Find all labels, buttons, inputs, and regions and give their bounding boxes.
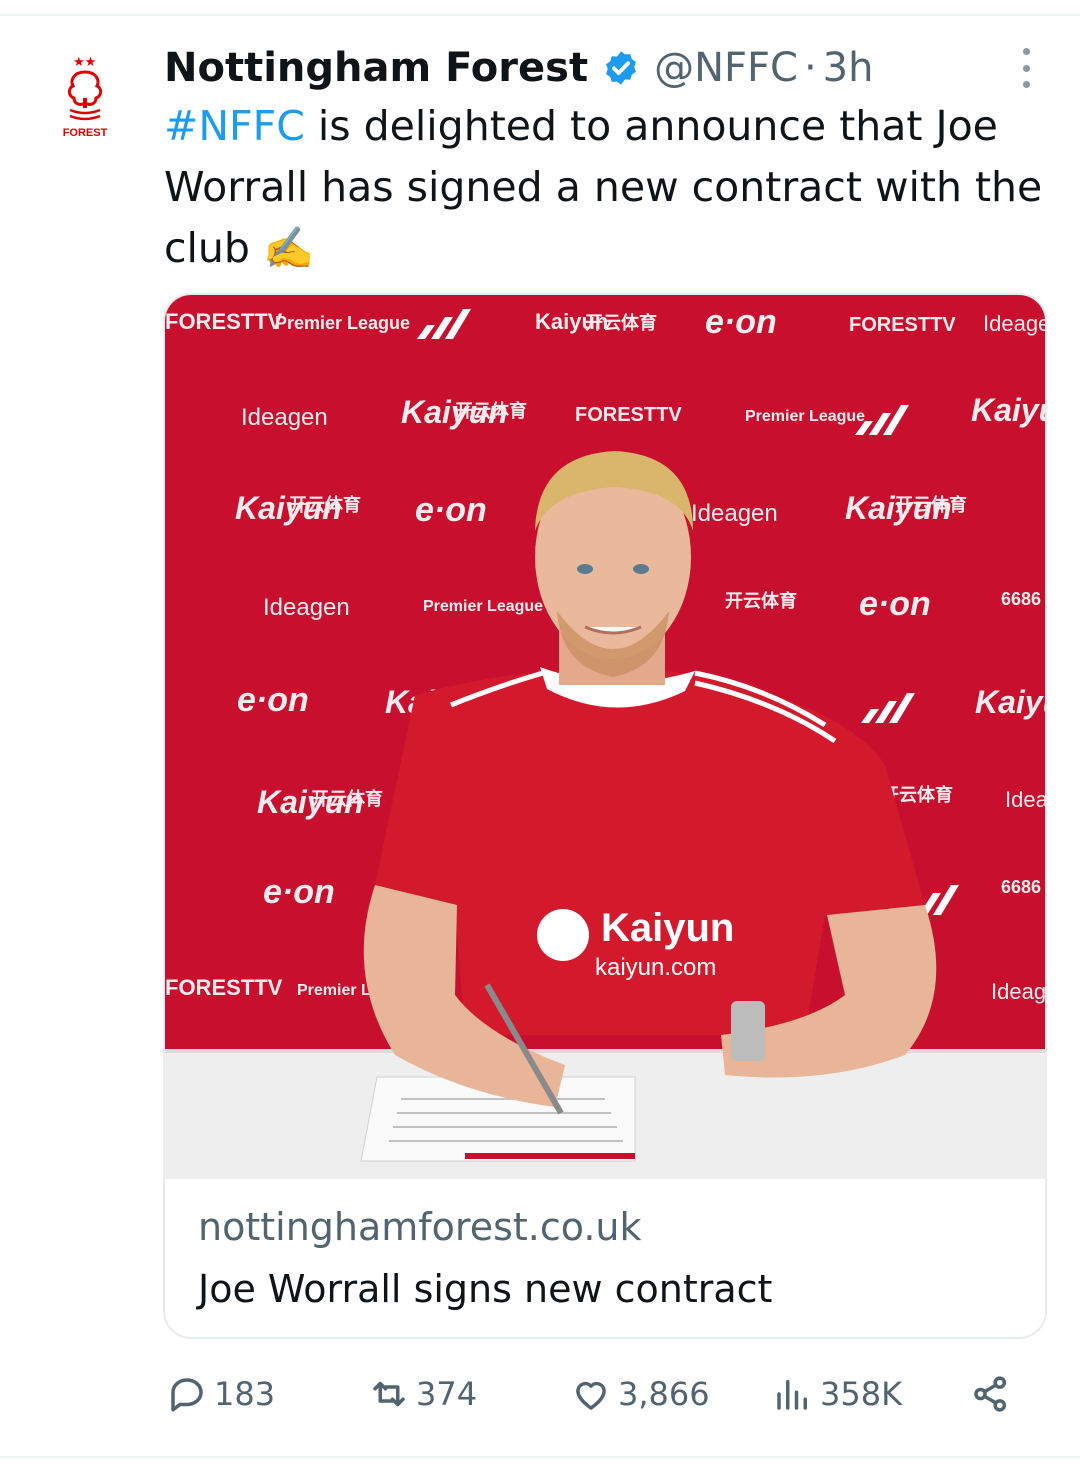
backdrop-sponsor: 6686 (1001, 877, 1041, 897)
backdrop-sponsor: e·on (263, 873, 335, 911)
backdrop-sponsor: 6686 (1001, 589, 1041, 609)
repost-count: 374 (416, 1375, 478, 1413)
backdrop-sponsor: Ideagen (263, 594, 350, 621)
shirt-sponsor-url: kaiyun.com (595, 954, 716, 981)
share-icon (974, 1376, 1007, 1412)
backdrop-sponsor: FORESTTV (849, 314, 956, 336)
backdrop-sponsor: FORESTTV (165, 975, 283, 1000)
backdrop-sponsor: 开云体育 (725, 590, 797, 611)
tweet-timestamp[interactable]: 3h (823, 45, 874, 91)
like-count: 3,866 (618, 1375, 710, 1413)
backdrop-sponsor: 开云体育 (585, 312, 657, 333)
tweet-action-bar: 183 374 3,866 358K (0, 1368, 1080, 1420)
backdrop-sponsor: 开云体育 (455, 400, 527, 421)
backdrop-sponsor: e·on (705, 303, 777, 341)
backdrop-sponsor: e·on (859, 585, 931, 623)
bottom-divider (0, 1456, 1080, 1458)
more-options-icon[interactable] (1012, 48, 1040, 88)
backdrop-sponsor: FORESTTV (575, 404, 682, 426)
views-icon (777, 1380, 807, 1410)
hashtag-link[interactable]: #NFFC (164, 102, 305, 150)
author-handle[interactable]: @NFFC (654, 45, 798, 91)
backdrop-sponsor: Ideagen (983, 311, 1047, 336)
backdrop-sponsor: Premier League (275, 313, 410, 333)
view-count: 358K (820, 1375, 903, 1413)
backdrop-sponsor: 开云体育 (311, 788, 383, 809)
backdrop-sponsor: 开云体育 (895, 494, 967, 515)
backdrop-sponsor: Premier League (745, 408, 865, 425)
backdrop-sponsor: e·on (237, 681, 309, 719)
signing-photo[interactable]: FORESTTV Premier League Kaiyun 开云体育 e·on… (165, 295, 1047, 1179)
author-name[interactable]: Nottingham Forest (164, 45, 588, 91)
repost-button[interactable]: 374 (368, 1368, 477, 1420)
tweet-body: #NFFC is delighted to announce that Joe … (164, 96, 1044, 279)
card-title[interactable]: Joe Worrall signs new contract (198, 1267, 772, 1311)
top-divider (0, 14, 1080, 16)
share-button[interactable] (970, 1368, 1018, 1420)
card-domain[interactable]: nottinghamforest.co.uk (198, 1205, 642, 1249)
backdrop-sponsor: e·on (415, 491, 487, 529)
forest-crest-icon[interactable]: ★★ FOREST (60, 50, 110, 146)
backdrop-sponsor: FORESTTV (165, 309, 283, 334)
link-preview-card[interactable]: FORESTTV Premier League Kaiyun 开云体育 e·on… (163, 293, 1047, 1339)
svg-text:★★: ★★ (73, 55, 96, 70)
backdrop-sponsor: Kaiyun (971, 392, 1047, 428)
verified-badge-icon[interactable] (602, 49, 640, 87)
views-button[interactable]: 358K (772, 1368, 902, 1420)
backdrop-sponsor: Ideagen (991, 979, 1047, 1004)
tweet-header: Nottingham Forest @NFFC · 3h (164, 40, 873, 96)
reply-button[interactable]: 183 (166, 1368, 275, 1420)
repost-icon (373, 1381, 405, 1407)
shirt-sponsor: Kaiyun (601, 906, 734, 950)
like-icon (576, 1381, 606, 1410)
backdrop-sponsor: Ideagen (241, 404, 328, 431)
crest-logo-text: FOREST (63, 127, 108, 139)
backdrop-sponsor: Ideagen (691, 500, 778, 527)
backdrop-sponsor: Premier League (423, 598, 543, 615)
backdrop-sponsor: 开云体育 (289, 494, 361, 515)
backdrop-sponsor: Kaiyun (975, 684, 1047, 720)
like-button[interactable]: 3,866 (570, 1368, 710, 1420)
reply-icon (171, 1378, 203, 1412)
reply-count: 183 (214, 1375, 276, 1413)
writing-hand-emoji: ✍️ (262, 224, 315, 272)
backdrop-sponsor: Ideagen (1005, 787, 1047, 812)
dot-separator: · (803, 45, 817, 91)
